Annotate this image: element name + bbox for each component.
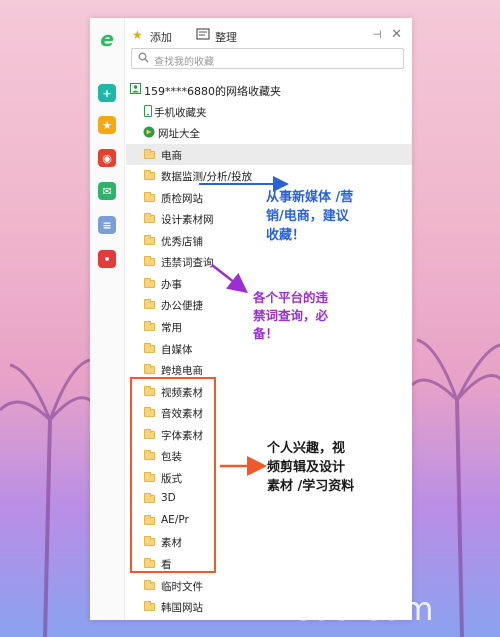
- annotation-line: 收藏！: [266, 227, 306, 243]
- annotation-line: 各个平台的违: [253, 290, 329, 305]
- annotation-line: 禁词查询，必: [253, 308, 329, 324]
- annotation-arrows: [199, 176, 289, 476]
- annotation-line: 备！: [253, 326, 279, 342]
- arrow-banned-words: [211, 264, 248, 294]
- annotation-line: 销/电商，建议: [266, 208, 349, 224]
- annotation-note-personal: 个人兴趣，视 频剪辑及设计 素材 /学习资料: [267, 440, 354, 497]
- annotation-note-banned-words: 各个平台的违 禁词查询，必 备！: [253, 289, 328, 343]
- annotation-line: 个人兴趣，视: [267, 441, 346, 456]
- annotation-line: 频剪辑及设计: [267, 459, 346, 475]
- annotation-line: 素材 /学习资料: [267, 478, 355, 494]
- watermark: khcoo.com: [252, 590, 435, 628]
- annotation-line: 从事新媒体 /营: [266, 190, 354, 205]
- annotation-note-ecommerce: 从事新媒体 /营 销/电商，建议 收藏！: [266, 189, 353, 246]
